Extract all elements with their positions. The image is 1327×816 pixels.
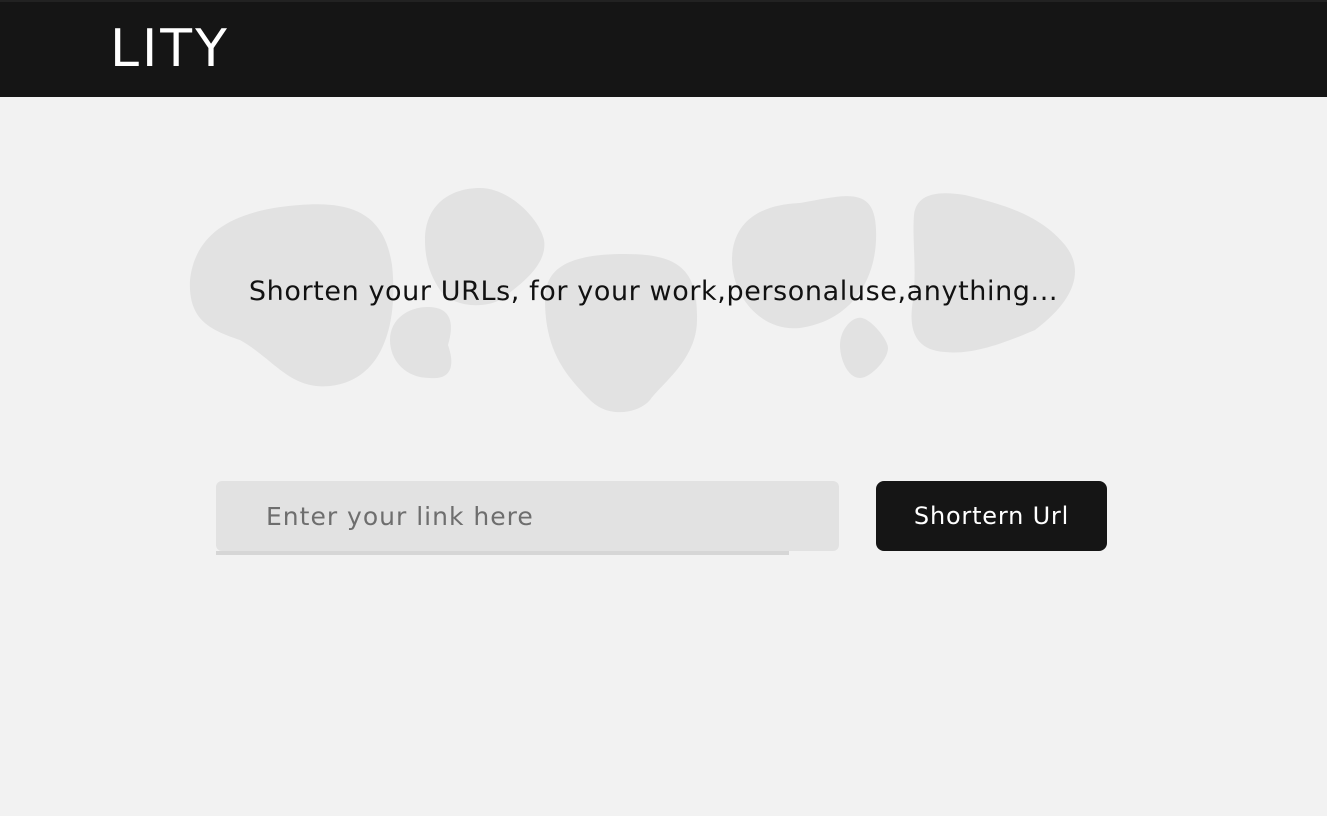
logo[interactable]: LITY (110, 18, 230, 80)
blob-shape (911, 193, 1075, 353)
navbar: LITY (0, 0, 1327, 97)
url-input[interactable] (216, 481, 839, 551)
input-underline (216, 551, 789, 555)
blob-shape (390, 306, 452, 379)
page-tagline: Shorten your URLs, for your work,persona… (248, 276, 1059, 307)
blob-shape (840, 317, 888, 378)
decorative-blobs (189, 188, 1075, 413)
shorten-url-button[interactable]: Shortern Url (876, 481, 1107, 551)
